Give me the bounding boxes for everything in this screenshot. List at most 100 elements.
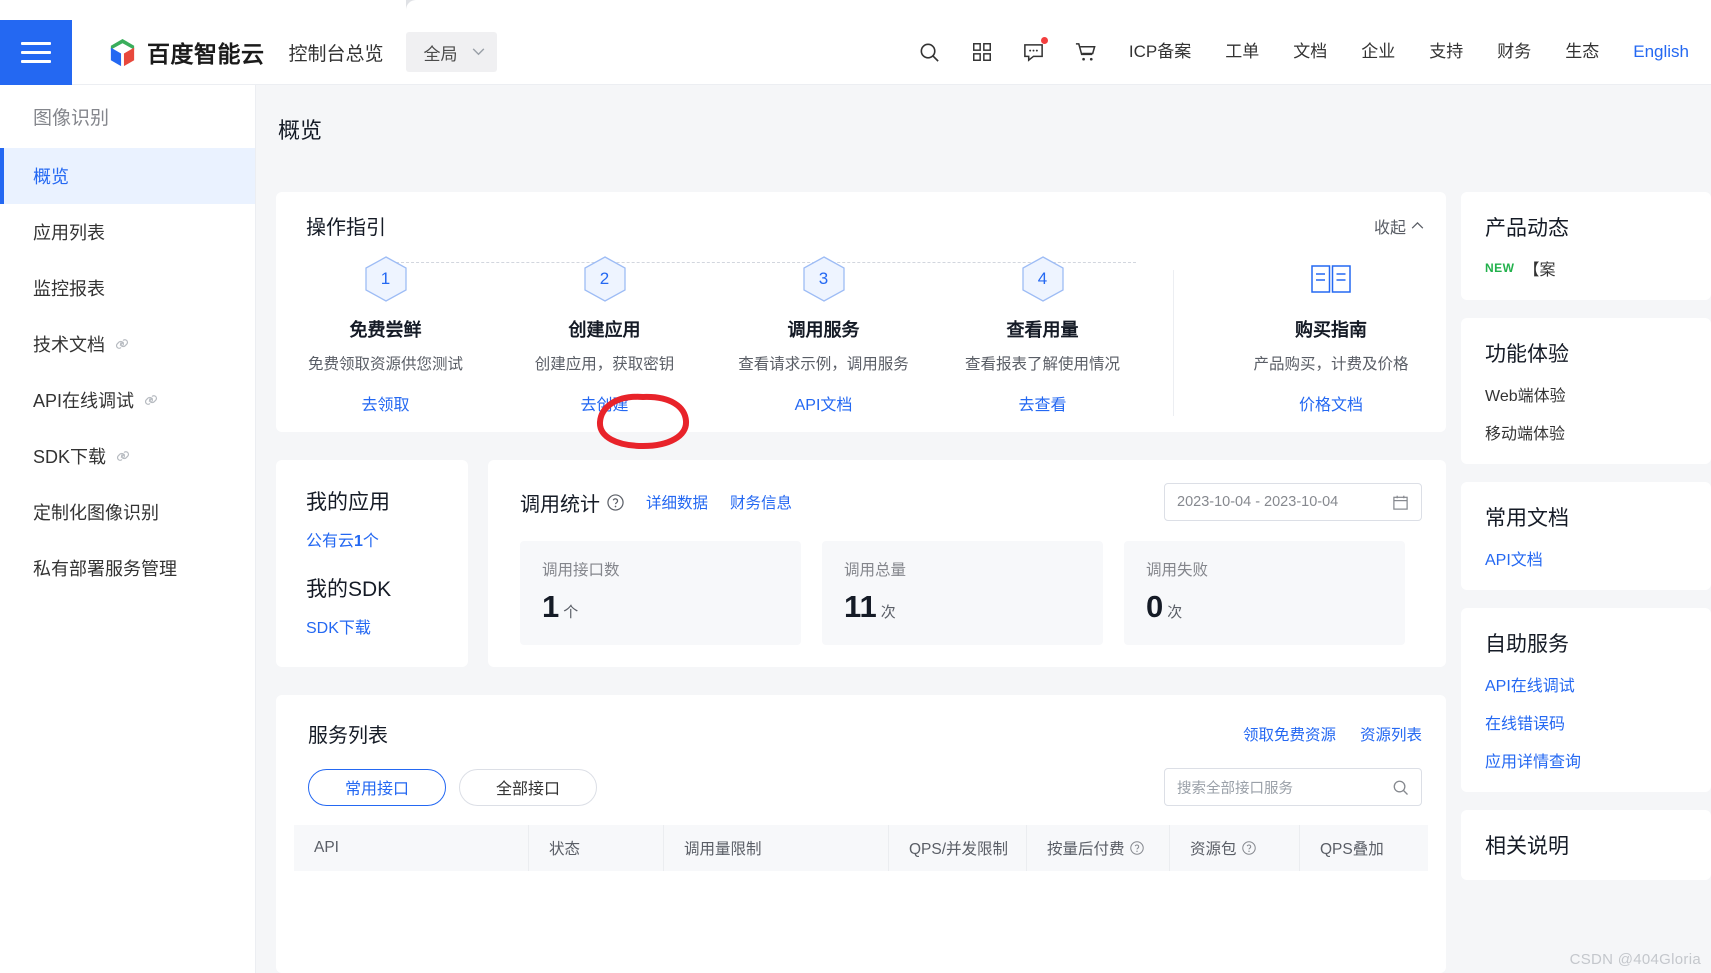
- sdk-download-link[interactable]: SDK下载: [306, 614, 468, 638]
- statistic-boxes: 调用接口数 1个 调用总量 11 次 调用失败 0次: [488, 521, 1446, 645]
- language-switch[interactable]: English: [1616, 29, 1697, 75]
- search-icon: [1393, 780, 1408, 795]
- sidebar-item-monitor-report[interactable]: 监控报表: [0, 260, 255, 316]
- stat-value: 1: [542, 589, 560, 624]
- external-link-icon: [144, 395, 158, 405]
- buy-title: 购买指南: [1295, 320, 1367, 340]
- finance-info-link[interactable]: 财务信息: [730, 491, 792, 513]
- service-search-input[interactable]: 搜索全部接口服务: [1164, 768, 1422, 806]
- stat-value: 0: [1146, 589, 1164, 624]
- guide-step-1: 1 免费尝鲜 免费领取资源供您测试 去领取: [276, 256, 495, 415]
- step-desc: 创建应用，获取密钥: [534, 356, 675, 373]
- operation-guide-header: 操作指引 收起: [276, 192, 1446, 240]
- chevron-down-icon: [472, 48, 484, 56]
- tab-all-api[interactable]: 全部接口: [459, 768, 597, 806]
- nav-item-ecosystem[interactable]: 生态: [1548, 29, 1616, 75]
- card-title: 自助服务: [1485, 633, 1569, 656]
- api-online-debug-link[interactable]: API在线调试: [1485, 672, 1711, 696]
- mobile-experience-row[interactable]: 移动端体验: [1485, 420, 1711, 444]
- column-label: 调用量限制: [684, 841, 762, 858]
- call-statistics-card: 调用统计 详细数据 财务信息 2023-10-04 - 2023-10-04 调…: [488, 460, 1446, 667]
- console-title[interactable]: 控制台总览: [289, 39, 384, 66]
- column-header-qps-addon: QPS叠加: [1300, 825, 1428, 871]
- search-button[interactable]: [904, 29, 956, 75]
- free-resource-link[interactable]: 领取免费资源: [1243, 723, 1336, 745]
- service-list-tabs: 常用接口 全部接口 搜索全部接口服务: [276, 748, 1446, 806]
- detail-data-link[interactable]: 详细数据: [646, 491, 708, 513]
- feature-experience-card: 功能体验 Web端体验 移动端体验: [1461, 318, 1711, 464]
- column-label: API: [314, 839, 339, 856]
- public-cloud-app-count-link[interactable]: 公有云1个: [306, 527, 468, 551]
- stat-value-group: 11 次: [844, 589, 1103, 625]
- api-doc-link[interactable]: API文档: [1485, 546, 1711, 570]
- column-header-status: 状态: [529, 825, 664, 871]
- step-action-link[interactable]: 去领取: [276, 391, 495, 415]
- card-title: 常用文档: [1485, 507, 1569, 530]
- column-header-resource-pack: 资源包: [1170, 825, 1300, 871]
- stat-label: 调用接口数: [542, 562, 620, 579]
- sidebar-item-tech-docs[interactable]: 技术文档: [0, 316, 255, 372]
- stat-box-failed-calls: 调用失败 0次: [1124, 541, 1405, 645]
- product-news-row[interactable]: NEW 【案: [1485, 256, 1711, 280]
- apps-grid-button[interactable]: [956, 29, 1008, 75]
- date-range-picker[interactable]: 2023-10-04 - 2023-10-04: [1164, 483, 1422, 521]
- step-action-link[interactable]: 去创建: [495, 391, 714, 415]
- buy-desc: 产品购买，计费及价格: [1253, 356, 1409, 373]
- sidebar-item-private-deploy[interactable]: 私有部署服务管理: [0, 540, 255, 596]
- chevron-up-icon: [1411, 221, 1424, 229]
- online-error-code-link[interactable]: 在线错误码: [1485, 710, 1711, 734]
- nav-item-docs[interactable]: 文档: [1276, 29, 1344, 75]
- my-application-card: 我的应用 公有云1个 我的SDK SDK下载: [276, 460, 468, 667]
- nav-item-support[interactable]: 支持: [1412, 29, 1480, 75]
- resource-list-link[interactable]: 资源列表: [1360, 723, 1422, 745]
- stat-unit: 个: [563, 604, 579, 621]
- nav-item-enterprise[interactable]: 企业: [1344, 29, 1412, 75]
- brand-logo-group[interactable]: 百度智能云: [107, 35, 265, 69]
- collapse-guide-button[interactable]: 收起: [1374, 214, 1424, 238]
- sidebar-item-custom-image-recognition[interactable]: 定制化图像识别: [0, 484, 255, 540]
- nav-item-ticket[interactable]: 工单: [1208, 29, 1276, 75]
- baidu-cloud-logo-icon: [110, 38, 135, 66]
- product-news-text: 【案: [1523, 262, 1556, 279]
- sidebar-item-overview[interactable]: 概览: [0, 148, 255, 204]
- column-header-api: API: [294, 825, 529, 871]
- hamburger-menu-button[interactable]: [0, 19, 72, 85]
- search-icon: [920, 43, 940, 62]
- sidebar-item-label: 应用列表: [33, 223, 105, 243]
- page-title: 概览: [278, 118, 323, 143]
- sidebar-item-app-list[interactable]: 应用列表: [0, 204, 255, 260]
- collapse-guide-label: 收起: [1373, 219, 1406, 237]
- stat-value: 11: [844, 589, 877, 624]
- nav-item-finance[interactable]: 财务: [1480, 29, 1548, 75]
- service-list-header: 服务列表 领取免费资源 资源列表: [276, 695, 1446, 748]
- app-detail-query-link[interactable]: 应用详情查询: [1485, 748, 1711, 772]
- service-list-card: 服务列表 领取免费资源 资源列表 常用接口 全部接口 搜索全部接口服务 API: [276, 695, 1446, 973]
- guide-buy-section: 购买指南 产品购买，计费及价格 价格文档: [1208, 256, 1454, 415]
- public-cloud-count: 1: [354, 533, 363, 550]
- stat-value-group: 0次: [1146, 589, 1405, 625]
- cart-button[interactable]: [1060, 29, 1112, 75]
- hexagon-icon: 2: [583, 256, 626, 302]
- question-circle-icon[interactable]: [607, 493, 624, 511]
- sidebar-header: 图像识别: [33, 108, 110, 129]
- region-selector[interactable]: 全局: [405, 32, 497, 72]
- web-experience-row[interactable]: Web端体验: [1485, 382, 1711, 406]
- step-action-link[interactable]: API文档: [714, 391, 933, 415]
- buy-action-link[interactable]: 价格文档: [1208, 391, 1454, 415]
- guide-step-4: 4 查看用量 查看报表了解使用情况 去查看: [933, 256, 1152, 415]
- stat-unit: 次: [1167, 604, 1183, 621]
- sidebar-item-sdk-download[interactable]: SDK下载: [0, 428, 255, 484]
- step-action-link[interactable]: 去查看: [933, 391, 1152, 415]
- message-button[interactable]: [1008, 29, 1060, 75]
- step-badge: 2: [495, 256, 714, 302]
- stat-value-group: 1个: [542, 589, 801, 625]
- step-number: 4: [1037, 269, 1048, 288]
- sidebar-item-label: 概览: [33, 167, 69, 187]
- nav-item-icp[interactable]: ICP备案: [1112, 29, 1208, 75]
- tab-common-api[interactable]: 常用接口: [308, 768, 446, 806]
- question-circle-icon[interactable]: [1241, 841, 1256, 855]
- question-circle-icon[interactable]: [1129, 841, 1144, 855]
- stat-label: 调用总量: [844, 562, 907, 579]
- column-header-call-limit: 调用量限制: [664, 825, 889, 871]
- sidebar-item-api-debug[interactable]: API在线调试: [0, 372, 255, 428]
